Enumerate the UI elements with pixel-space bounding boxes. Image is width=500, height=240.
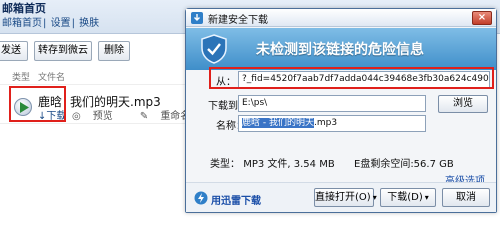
- download-app-icon: [191, 12, 203, 24]
- mail-toolbar: 发送 转存到微云 删除: [0, 38, 185, 64]
- header-link-skin[interactable]: 换肤: [79, 18, 99, 29]
- security-banner: 未检测到该链接的危险信息: [186, 28, 496, 70]
- filename-selected-text: 鹿晗 - 我们的明天: [242, 118, 314, 128]
- browse-button[interactable]: 浏览: [438, 95, 488, 113]
- send-button[interactable]: 发送: [0, 41, 28, 61]
- file-type-value: MP3 文件, 3.54 MB: [243, 159, 335, 170]
- highlight-box-attachment: [9, 86, 66, 122]
- header-link-home[interactable]: 邮箱首页: [2, 18, 42, 29]
- header-link-settings[interactable]: 设置: [51, 18, 71, 29]
- shield-icon: [201, 34, 227, 64]
- file-type-info: 类型： MP3 文件, 3.54 MB: [210, 155, 335, 170]
- cancel-button[interactable]: 取消: [442, 188, 490, 207]
- close-button[interactable]: ×: [472, 11, 492, 25]
- banner-message: 未检测到该链接的危险信息: [256, 42, 424, 58]
- free-space-info: E盘剩余空间:56.7 GB: [354, 159, 454, 170]
- chevron-down-icon: ▾: [372, 193, 377, 202]
- filename-field[interactable]: 鹿晗 - 我们的明天.mp3: [238, 115, 426, 132]
- column-filename: 文件名: [38, 73, 66, 83]
- download-button[interactable]: 下载(D) ▾: [380, 188, 436, 207]
- download-with-thunder-link[interactable]: 用迅雷下载: [211, 192, 261, 207]
- file-type-label: 类型：: [210, 159, 240, 170]
- dialog-title: 新建安全下载: [208, 15, 268, 26]
- dialog-button-bar: 用迅雷下载 直接打开(O) ▾ 下载(D) ▾ 取消: [186, 182, 496, 212]
- dialog-titlebar[interactable]: 新建安全下载 ×: [186, 9, 496, 27]
- delete-button[interactable]: 删除: [98, 41, 130, 61]
- preview-icon: ◎: [72, 111, 81, 122]
- mail-header-links: 邮箱首页| 设置| 换肤: [2, 18, 100, 29]
- mail-header-title: 邮箱首页: [2, 2, 46, 14]
- open-directly-button[interactable]: 直接打开(O) ▾: [314, 188, 377, 207]
- attachment-column-header: 类型 文件名: [0, 70, 185, 84]
- highlight-box-source-url: [209, 67, 494, 89]
- chevron-down-icon: ▾: [424, 193, 429, 202]
- secure-download-dialog: 新建安全下载 × 未检测到该链接的危险信息 从： ?_fid=4520f7aab…: [185, 8, 497, 213]
- thunder-icon: [194, 191, 208, 205]
- download-path-field[interactable]: E:\ps\: [238, 95, 426, 112]
- save-to-cloud-button[interactable]: 转存到微云: [34, 41, 92, 61]
- preview-link[interactable]: ◎ 预览: [72, 111, 125, 122]
- column-type: 类型: [12, 73, 31, 83]
- rename-icon: ✎: [139, 111, 149, 122]
- filename-extension: .mp3: [313, 118, 338, 128]
